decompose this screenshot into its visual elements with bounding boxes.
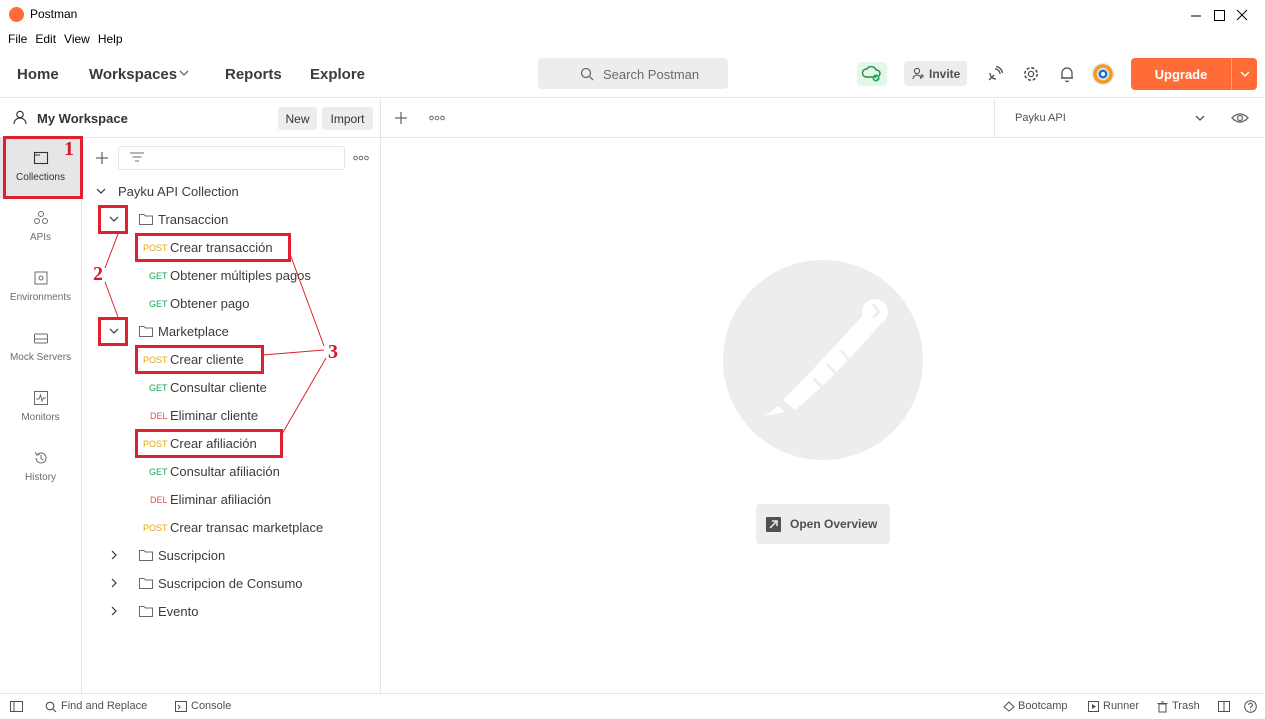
find-replace-button[interactable]: Find and Replace [61, 700, 147, 712]
status-bar [0, 693, 1265, 719]
annotation-number-3: 3 [328, 341, 338, 363]
postman-mascot-logo [723, 260, 923, 460]
trash-icon [1157, 701, 1168, 713]
help-icon[interactable] [1244, 700, 1257, 713]
annotation-number-2: 2 [93, 263, 103, 285]
rocket-mascot-icon [765, 299, 888, 416]
two-pane-icon[interactable] [1218, 701, 1230, 712]
open-external-icon [766, 517, 781, 532]
annotation-lines [104, 233, 327, 435]
runner-icon [1088, 701, 1099, 712]
trash-button[interactable]: Trash [1172, 700, 1200, 712]
search-icon [45, 701, 57, 713]
bootcamp-icon [1003, 701, 1015, 712]
bootcamp-button[interactable]: Bootcamp [1018, 700, 1068, 712]
toggle-sidebar-icon[interactable] [10, 701, 23, 712]
runner-button[interactable]: Runner [1103, 700, 1139, 712]
annotation-number-1: 1 [64, 138, 74, 160]
open-overview-label[interactable]: Open Overview [790, 517, 877, 531]
console-button[interactable]: Console [191, 700, 231, 712]
console-icon [175, 701, 187, 712]
